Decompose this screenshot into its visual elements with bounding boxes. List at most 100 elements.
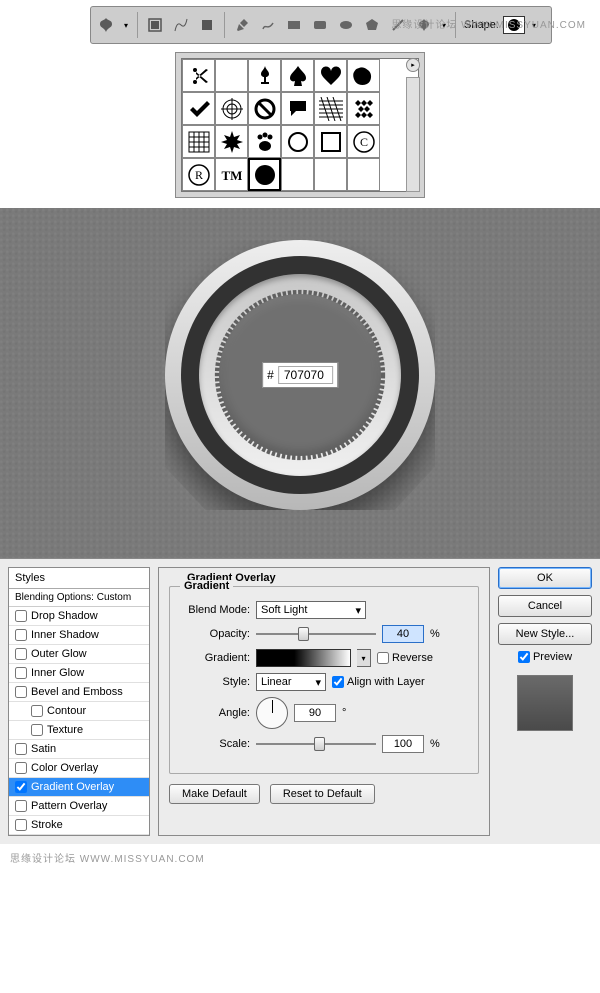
styles-list: Styles Blending Options: Custom Drop Sha…: [8, 567, 150, 836]
gradient-overlay-panel: Gradient Overlay Gradient Blend Mode: So…: [158, 567, 490, 836]
shape-check-icon[interactable]: [182, 92, 215, 125]
shape-checker-icon[interactable]: [347, 92, 380, 125]
style-color-overlay[interactable]: Color Overlay: [9, 759, 149, 778]
style-label: Pattern Overlay: [31, 800, 107, 812]
style-label: Inner Shadow: [31, 629, 99, 641]
shape-picker-dropdown-icon[interactable]: ▾: [529, 16, 539, 34]
shape-target-icon[interactable]: [215, 92, 248, 125]
scale-slider[interactable]: [256, 737, 376, 751]
shape-empty[interactable]: [347, 158, 380, 191]
style-inner-shadow[interactable]: Inner Shadow: [9, 626, 149, 645]
shape-square-icon[interactable]: [314, 125, 347, 158]
checkbox[interactable]: [15, 819, 27, 831]
checkbox[interactable]: [15, 800, 27, 812]
checkbox[interactable]: [15, 781, 27, 793]
style-label: Color Overlay: [31, 762, 98, 774]
shape-speech-icon[interactable]: [281, 92, 314, 125]
shape-fleur-icon[interactable]: [248, 59, 281, 92]
reset-default-button[interactable]: Reset to Default: [270, 784, 375, 804]
scale-input[interactable]: [382, 735, 424, 753]
style-pattern-overlay[interactable]: Pattern Overlay: [9, 797, 149, 816]
shape-options-dropdown-icon[interactable]: ▾: [439, 16, 449, 34]
shape-blob-icon[interactable]: [347, 59, 380, 92]
shape-no-icon[interactable]: [248, 92, 281, 125]
rectangle-icon[interactable]: [283, 14, 305, 36]
cancel-button[interactable]: Cancel: [498, 595, 592, 617]
shape-scissors-icon[interactable]: [182, 59, 215, 92]
shape-spade-icon[interactable]: [281, 59, 314, 92]
style-label: Inner Glow: [31, 667, 84, 679]
style-outer-glow[interactable]: Outer Glow: [9, 645, 149, 664]
angle-label: Angle:: [180, 707, 250, 719]
shape-circle-icon[interactable]: [248, 158, 281, 191]
polygon-icon[interactable]: [361, 14, 383, 36]
style-texture[interactable]: Texture: [9, 721, 149, 740]
shape-blank-icon[interactable]: [215, 59, 248, 92]
checkbox[interactable]: [15, 762, 27, 774]
checkbox[interactable]: [15, 610, 27, 622]
shape-empty[interactable]: [314, 158, 347, 191]
shape-preview-swatch[interactable]: [503, 16, 525, 34]
ok-button[interactable]: OK: [498, 567, 592, 589]
freeform-pen-icon[interactable]: [257, 14, 279, 36]
checkbox[interactable]: [15, 686, 27, 698]
paths-icon[interactable]: [170, 14, 192, 36]
gradient-style-select[interactable]: Linear▾: [256, 673, 326, 691]
custom-shape-tool-icon[interactable]: [95, 14, 117, 36]
line-icon[interactable]: [387, 14, 409, 36]
hex-value[interactable]: 707070: [278, 366, 333, 384]
checkbox[interactable]: [31, 724, 43, 736]
shape-heart-icon[interactable]: [314, 59, 347, 92]
new-style-button[interactable]: New Style...: [498, 623, 592, 645]
rounded-rectangle-icon[interactable]: [309, 14, 331, 36]
style-stroke[interactable]: Stroke: [9, 816, 149, 835]
opacity-input[interactable]: [382, 625, 424, 643]
style-satin[interactable]: Satin: [9, 740, 149, 759]
checkbox[interactable]: [15, 743, 27, 755]
style-gradient-overlay[interactable]: Gradient Overlay: [9, 778, 149, 797]
pen-icon[interactable]: [231, 14, 253, 36]
shape-burst-icon[interactable]: [215, 125, 248, 158]
shape-grid-icon[interactable]: [182, 125, 215, 158]
checkbox[interactable]: [15, 648, 27, 660]
tool-preset-dropdown-icon[interactable]: ▾: [121, 16, 131, 34]
align-layer-checkbox[interactable]: Align with Layer: [332, 676, 425, 688]
shape-trademark-icon[interactable]: TM: [215, 158, 248, 191]
shape-paw-icon[interactable]: [248, 125, 281, 158]
picker-flyout-icon[interactable]: ▸: [406, 58, 420, 72]
preview-swatch: [517, 675, 573, 731]
ellipse-icon[interactable]: [335, 14, 357, 36]
shape-ring-icon[interactable]: [281, 125, 314, 158]
angle-dial[interactable]: [256, 697, 288, 729]
opacity-slider[interactable]: [256, 627, 376, 641]
style-bevel-emboss[interactable]: Bevel and Emboss: [9, 683, 149, 702]
style-inner-glow[interactable]: Inner Glow: [9, 664, 149, 683]
blend-mode-select[interactable]: Soft Light▾: [256, 601, 366, 619]
checkbox[interactable]: [15, 667, 27, 679]
angle-unit: °: [342, 707, 346, 719]
angle-input[interactable]: [294, 704, 336, 722]
footer-watermark: 思缘设计论坛 WWW.MISSYUAN.COM: [0, 844, 600, 871]
make-default-button[interactable]: Make Default: [169, 784, 260, 804]
shape-layers-icon[interactable]: [144, 14, 166, 36]
gradient-label: Gradient:: [180, 652, 250, 664]
style-contour[interactable]: Contour: [9, 702, 149, 721]
styles-header[interactable]: Styles: [9, 568, 149, 589]
preview-checkbox[interactable]: Preview: [498, 651, 592, 663]
blend-mode-label: Blend Mode:: [180, 604, 250, 616]
shape-registered-icon[interactable]: R: [182, 158, 215, 191]
gradient-swatch[interactable]: [256, 649, 351, 667]
shape-copyright-icon[interactable]: C: [347, 125, 380, 158]
fill-pixels-icon[interactable]: [196, 14, 218, 36]
reverse-checkbox[interactable]: Reverse: [377, 652, 433, 664]
shape-hatch-icon[interactable]: [314, 92, 347, 125]
checkbox[interactable]: [15, 629, 27, 641]
custom-shape-icon[interactable]: [413, 14, 435, 36]
shape-picker-panel: ▸ C R TM: [175, 52, 425, 198]
gradient-dropdown-icon[interactable]: ▾: [357, 649, 371, 667]
blending-options-row[interactable]: Blending Options: Custom: [9, 589, 149, 607]
picker-scrollbar[interactable]: [406, 77, 420, 192]
checkbox[interactable]: [31, 705, 43, 717]
shape-empty[interactable]: [281, 158, 314, 191]
style-drop-shadow[interactable]: Drop Shadow: [9, 607, 149, 626]
